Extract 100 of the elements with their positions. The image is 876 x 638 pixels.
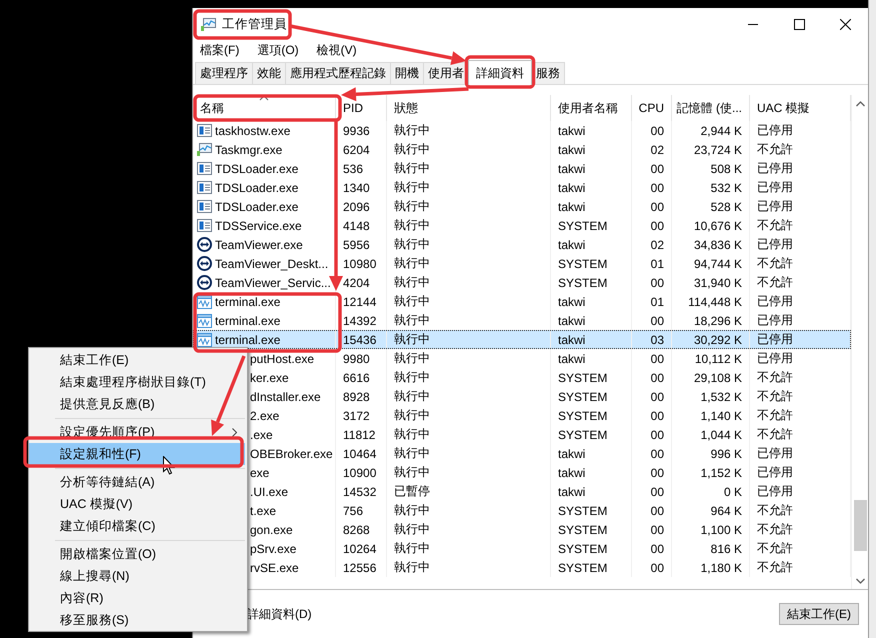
annotation-box <box>464 55 536 89</box>
table-cell: 12144 <box>343 294 376 308</box>
table-cell: 執行中 <box>394 445 430 462</box>
table-cell: 執行中 <box>394 350 430 367</box>
table-cell: 執行中 <box>394 179 430 196</box>
table-cell: 1340 <box>343 180 370 194</box>
double-arrow-circle-icon <box>197 237 212 252</box>
process-name: exe <box>250 466 270 480</box>
table-cell: SYSTEM <box>558 276 608 290</box>
process-name: TDSLoader.exe <box>215 162 298 176</box>
menu-item[interactable]: 結束處理程序樹狀目錄(T) <box>29 371 245 393</box>
table-cell: 00 <box>650 370 664 384</box>
table-cell: 01 <box>650 256 664 270</box>
table-cell: 執行中 <box>394 464 430 481</box>
table-cell: 1,532 K <box>700 390 742 404</box>
menu-item[interactable]: 線上搜尋(N) <box>29 565 245 587</box>
process-name: gon.exe <box>250 522 293 536</box>
table-cell: 1,180 K <box>700 560 742 574</box>
table-cell: 執行中 <box>394 426 430 443</box>
process-name: taskhostw.exe <box>215 124 290 138</box>
table-cell: 1,044 K <box>700 428 742 442</box>
table-cell: 9980 <box>343 352 370 366</box>
table-cell: SYSTEM <box>558 370 608 384</box>
table-cell: 00 <box>650 314 664 328</box>
end-task-button[interactable]: 結束工作(E) <box>779 603 859 625</box>
table-cell: SYSTEM <box>558 428 608 442</box>
table-cell: takwi <box>558 332 586 346</box>
table-cell: 不允許 <box>757 426 793 443</box>
table-cell: 30,292 K <box>694 332 742 346</box>
table-cell: 964 K <box>710 504 742 518</box>
menu-item[interactable]: 開啟檔案位置(O) <box>29 543 245 565</box>
table-cell: 10464 <box>343 446 376 460</box>
table-cell: 11812 <box>343 428 376 442</box>
table-cell: takwi <box>558 294 586 308</box>
table-cell: SYSTEM <box>558 390 608 404</box>
menu-item[interactable]: 建立傾印檔案(C) <box>29 515 245 537</box>
chevron-up-icon <box>856 100 865 106</box>
table-cell: takwi <box>558 352 586 366</box>
table-cell: 已停用 <box>757 464 793 481</box>
process-name: dInstaller.exe <box>250 390 321 404</box>
column-header[interactable]: 名稱 <box>193 95 336 121</box>
table-cell: 執行中 <box>394 331 430 348</box>
column-header[interactable]: CPU <box>632 95 672 121</box>
menu-bar-item[interactable]: 選項(O) <box>251 42 305 58</box>
scrollbar-thumb[interactable] <box>854 500 867 551</box>
menu-bar-item[interactable]: 檢視(V) <box>310 42 363 58</box>
tab[interactable]: 效能 <box>252 62 286 84</box>
table-cell: 00 <box>650 408 664 422</box>
maximize-icon <box>794 18 804 30</box>
table-cell: takwi <box>558 314 586 328</box>
table-cell: 已停用 <box>757 293 793 310</box>
monitor-graph-icon <box>197 143 212 156</box>
terminal-window-icon <box>197 294 212 308</box>
process-name: .exe <box>250 428 273 442</box>
menu-item[interactable]: UAC 模擬(V) <box>29 493 245 515</box>
application-icon <box>197 219 212 232</box>
menu-bar-item[interactable]: 檔案(F) <box>194 42 246 58</box>
mouse-cursor-icon <box>163 456 175 475</box>
table-cell: 執行中 <box>394 255 430 272</box>
application-icon <box>197 162 212 175</box>
table-cell: 已停用 <box>757 445 793 462</box>
double-arrow-circle-icon <box>197 256 212 271</box>
tab[interactable]: 開機 <box>390 62 424 84</box>
table-cell: 114,448 K <box>688 294 742 308</box>
table-cell: 756 <box>343 504 364 518</box>
table-cell: 03 <box>650 332 664 346</box>
process-name: OBEBroker.exe <box>250 446 333 460</box>
table-cell: 5956 <box>343 238 370 252</box>
table-cell: 不允許 <box>757 388 793 405</box>
table-cell: 執行中 <box>394 198 430 215</box>
table-cell: 9936 <box>343 124 370 138</box>
table-cell: 不允許 <box>757 274 793 291</box>
process-name: t.exe <box>250 504 276 518</box>
menu-item[interactable]: 分析等待鏈結(A) <box>29 471 245 493</box>
menu-item[interactable]: 提供意見反應(B) <box>29 393 245 415</box>
process-name: terminal.exe <box>215 314 280 328</box>
table-cell: 1,152 K <box>700 466 742 480</box>
table-cell: takwi <box>558 142 586 156</box>
table-cell: 00 <box>650 542 664 556</box>
tab[interactable]: 詳細資料 <box>468 60 532 85</box>
menu-item[interactable]: 結束工作(E) <box>29 349 245 371</box>
application-icon <box>197 181 212 194</box>
table-cell: 不允許 <box>757 540 793 557</box>
table-row[interactable]: terminal.exe 15436 執行中 takwi 03 30,292 K 已停用 <box>193 330 851 349</box>
table-cell: 02 <box>650 238 664 252</box>
tab[interactable]: 處理程序 <box>195 62 253 84</box>
menu-item[interactable]: 移至服務(S) <box>29 609 245 631</box>
process-name: putHost.exe <box>250 352 314 366</box>
table-cell: 00 <box>650 428 664 442</box>
column-header[interactable]: 記憶體 (使... <box>672 95 750 121</box>
menu-item[interactable]: 內容(R) <box>29 587 245 609</box>
table-cell: 816 K <box>710 542 742 556</box>
table-cell: 23,724 K <box>694 142 742 156</box>
column-header[interactable]: 使用者名稱 <box>551 95 632 121</box>
table-cell: 4204 <box>343 276 370 290</box>
table-cell: 已停用 <box>757 122 793 139</box>
menu-item[interactable]: 設定親和性(F) <box>29 443 245 465</box>
table-cell: 10,676 K <box>694 218 742 232</box>
table-cell: 已停用 <box>757 350 793 367</box>
tab[interactable]: 應用程式歷程記錄 <box>285 62 391 84</box>
